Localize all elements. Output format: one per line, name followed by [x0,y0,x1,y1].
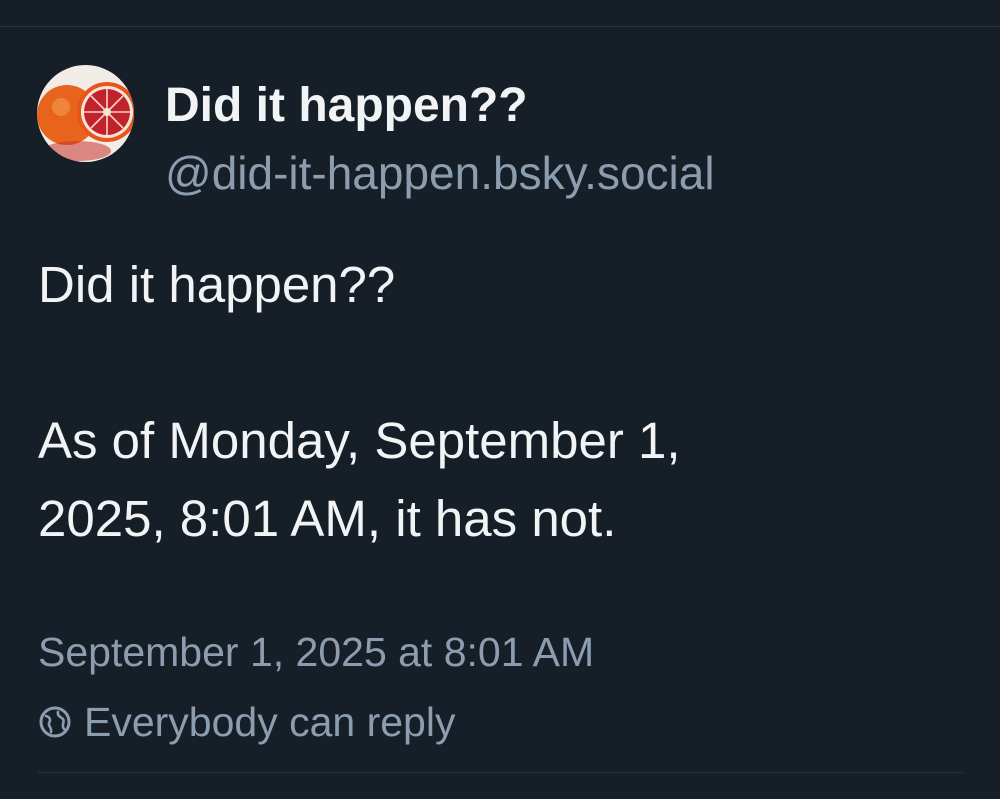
avatar[interactable] [37,65,134,162]
post-timestamp[interactable]: September 1, 2025 at 8:01 AM [38,626,594,678]
author-display-name[interactable]: Did it happen?? [165,78,528,134]
post-line [38,324,968,402]
top-divider [0,26,1000,27]
post-line: As of Monday, September 1, [38,412,681,469]
post-line: 2025, 8:01 AM, it has not. [38,490,617,547]
post-text: Did it happen?? As of Monday, September … [38,246,968,558]
reply-setting-label: Everybody can reply [84,699,456,745]
author-handle[interactable]: @did-it-happen.bsky.social [165,145,715,201]
globe-icon [38,705,72,739]
reply-setting: Everybody can reply [38,696,455,748]
post-line: Did it happen?? [38,256,396,313]
blood-orange-icon [37,65,134,162]
bottom-divider [38,772,963,773]
